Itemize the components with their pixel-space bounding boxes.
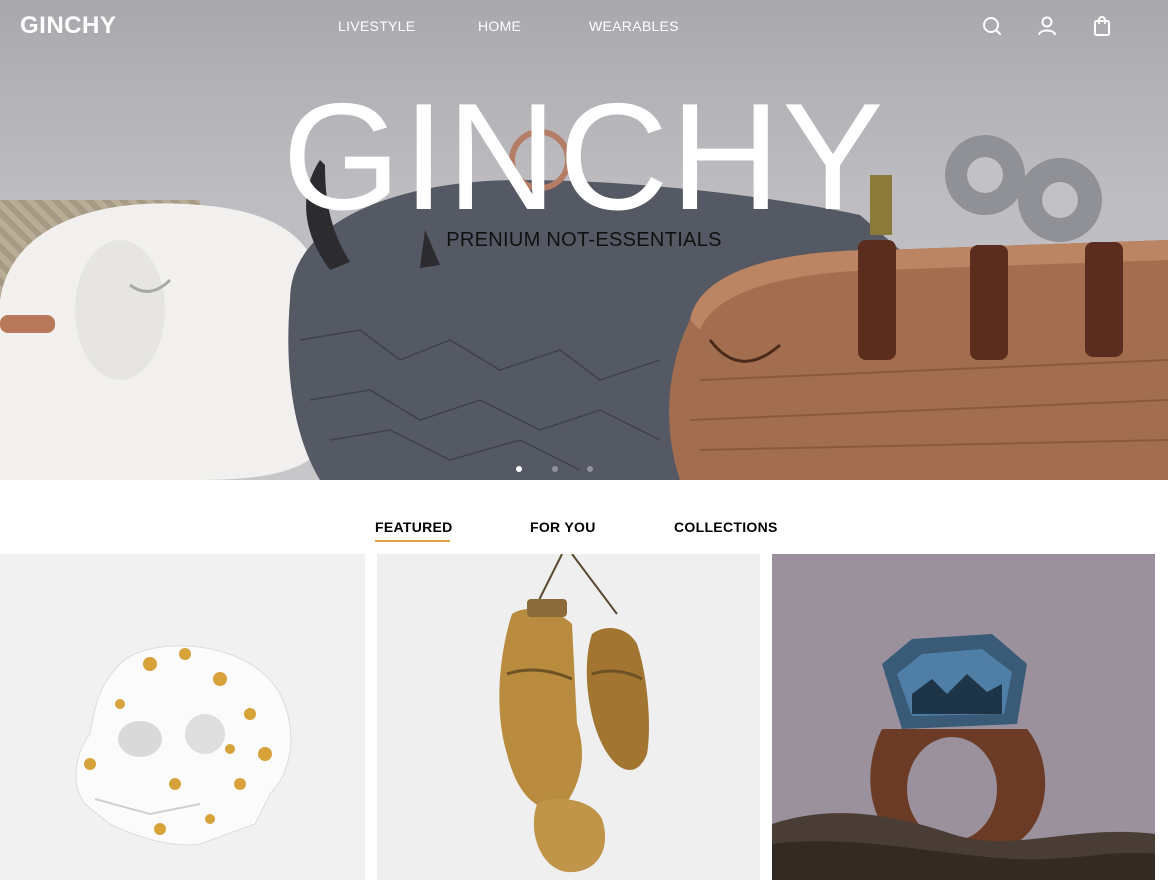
active-tab-indicator bbox=[375, 540, 450, 542]
carousel-indicator bbox=[0, 466, 1168, 474]
tab-for-you[interactable]: FOR YOU bbox=[530, 519, 596, 535]
user-icon[interactable] bbox=[1035, 14, 1059, 38]
nav-item-livestyle[interactable]: LIVESTYLE bbox=[338, 18, 415, 34]
product-card-skull[interactable] bbox=[0, 554, 365, 880]
product-card-boxing-gloves[interactable] bbox=[377, 554, 760, 880]
carousel-dot-3[interactable] bbox=[587, 466, 593, 472]
search-icon[interactable] bbox=[980, 14, 1004, 38]
hero-subtitle: PRENIUM NOT-ESSENTIALS bbox=[446, 229, 722, 251]
skull-image bbox=[75, 645, 292, 846]
top-navigation: GINCHY LIVESTYLE HOME WEARABLES bbox=[0, 0, 1168, 52]
product-card-ring[interactable] bbox=[772, 554, 1155, 880]
nav-item-wearables[interactable]: WEARABLES bbox=[589, 18, 679, 34]
boxing-gloves-image bbox=[499, 554, 649, 873]
hero-banner: GINCHY LIVESTYLE HOME WEARABLES GINCHY P… bbox=[0, 0, 1168, 480]
bag-icon[interactable] bbox=[1090, 14, 1114, 38]
carousel-dot-2[interactable] bbox=[552, 466, 558, 472]
brand-logo[interactable]: GINCHY bbox=[20, 12, 116, 40]
carousel-dot-1[interactable] bbox=[516, 466, 522, 472]
tab-featured[interactable]: FEATURED bbox=[375, 519, 453, 535]
nav-item-home[interactable]: HOME bbox=[478, 18, 521, 34]
ring-image bbox=[772, 554, 1155, 880]
hero-title: GINCHY bbox=[282, 72, 886, 242]
tab-collections[interactable]: COLLECTIONS bbox=[674, 519, 778, 535]
